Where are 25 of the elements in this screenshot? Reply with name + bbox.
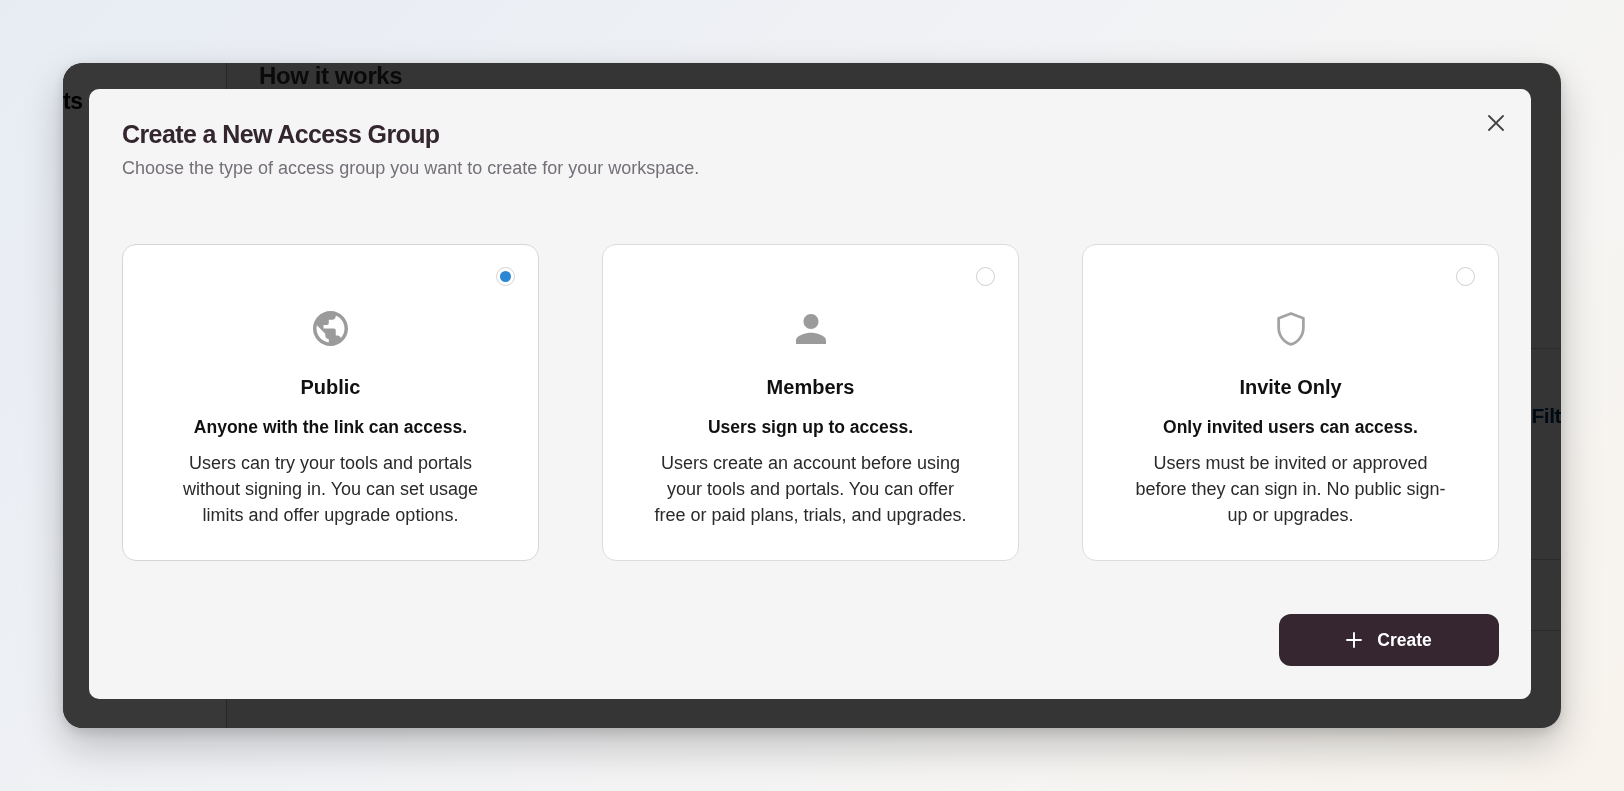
close-button[interactable] <box>1488 115 1504 131</box>
option-title: Invite Only <box>1239 375 1342 399</box>
dialog-subtitle: Choose the type of access group you want to create for your workspace. <box>122 157 700 179</box>
radio-button[interactable] <box>1456 267 1475 286</box>
radio-button[interactable] <box>976 267 995 286</box>
option-tagline: Users sign up to access. <box>707 416 914 438</box>
option-title: Members <box>766 375 855 399</box>
option-card[interactable]: Members Users sign up to access. Users create an account before using your tools and portals. You can offer free or paid plans, trials, and upgrades. <box>602 244 1019 561</box>
option-card[interactable]: Public Anyone with the link can access. Users can try your tools and portals without signing in. You can set usage limits and offer upgrade options. <box>122 244 539 561</box>
option-card[interactable]: Invite Only Only invited users can access. Users must be invited or approved before they can sign in. No public sign-up or upgrades. <box>1082 244 1499 561</box>
plus-icon <box>1346 632 1363 648</box>
option-title: Public <box>300 375 361 399</box>
option-description: Users can try your tools and portals without signing in. You can set usage limits and offer upgrade options. <box>181 452 480 527</box>
dialog-title: Create a New Access Group <box>122 119 441 149</box>
globe-icon <box>313 311 348 346</box>
option-tagline: Anyone with the link can access. <box>193 416 468 438</box>
option-description: Users create an account before using your tools and portals. You can offer free or paid plans, trials, and upgrades. <box>653 452 968 527</box>
person-icon <box>795 313 826 344</box>
shield-icon <box>1276 311 1305 346</box>
close-icon <box>1488 115 1504 131</box>
radio-button[interactable] <box>496 267 515 286</box>
option-tagline: Only invited users can access. <box>1163 416 1418 438</box>
option-description: Users must be invited or approved before they can sign in. No public sign-up or upgrades. <box>1134 452 1447 527</box>
create-button[interactable]: Create <box>1279 614 1499 666</box>
sidebar-label: ts <box>63 88 83 114</box>
